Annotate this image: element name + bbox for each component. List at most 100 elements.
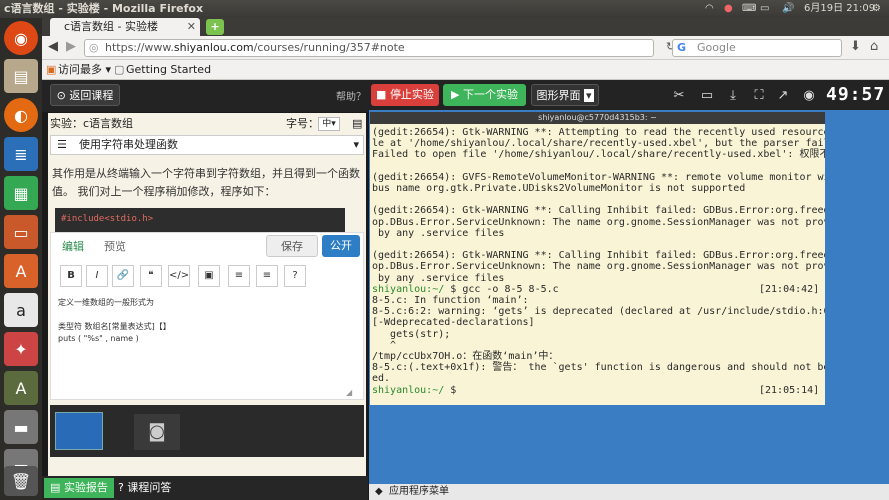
- url-prefix: https://www.: [105, 41, 174, 54]
- terminal-line: by any .service files: [372, 272, 505, 284]
- fullscreen-icon[interactable]: ⛶: [749, 86, 769, 106]
- download-icon[interactable]: ⬇: [850, 39, 861, 54]
- stop-icon: ■: [376, 88, 390, 101]
- bookmark-getting-started[interactable]: Getting Started: [126, 60, 211, 79]
- lab-report-button[interactable]: ▤ 实验报告: [44, 478, 114, 498]
- terminal-line: [-Wdeprecated-declarations]: [372, 317, 535, 329]
- code-button[interactable]: </>: [168, 265, 190, 287]
- bookmark-most-visited[interactable]: 访问最多 ▾: [58, 60, 111, 79]
- terminal-line: (gedit:26654): Gtk-WARNING **: Calling I…: [372, 250, 825, 262]
- terminal-title: shiyanlou@c5770d4315b3: ~: [370, 112, 825, 124]
- stop-label: 停止实验: [389, 88, 434, 101]
- prompt-time: [21:05:14]: [759, 384, 820, 396]
- help-button[interactable]: ?: [284, 265, 306, 287]
- scissors-icon[interactable]: ✂: [669, 86, 689, 106]
- search-input[interactable]: G Google: [672, 39, 842, 57]
- terminal-line: 8-5.c: In function ‘main’:: [372, 295, 529, 307]
- writer-icon[interactable]: ≣: [4, 137, 38, 171]
- app-menu-label[interactable]: 应用程序菜单: [389, 486, 449, 497]
- link-button[interactable]: 🔗: [112, 265, 134, 287]
- resize-handle-icon[interactable]: ◢: [346, 388, 352, 397]
- amazon-icon[interactable]: a: [4, 293, 38, 327]
- lesson-paragraph: 其作用是从终端输入一个字符串到字符数组，并且得到一个函数值。 我们对上一个程序稍…: [52, 167, 360, 198]
- sound-icon[interactable]: 🔊: [782, 0, 794, 18]
- external-link-icon[interactable]: ↗: [773, 86, 793, 106]
- course-qa-button[interactable]: ? 课程问答: [118, 478, 208, 498]
- url-path: /courses/running/357#note: [253, 41, 405, 54]
- back-to-course-button[interactable]: ⊙ 返回课程: [50, 84, 120, 106]
- eye-icon[interactable]: ◉: [799, 86, 819, 106]
- window-title: c语言数组 - 实验楼 - Mozilla Firefox: [4, 2, 204, 15]
- home-icon[interactable]: ⌂: [870, 39, 878, 54]
- search-placeholder: Google: [697, 41, 736, 54]
- italic-button[interactable]: I: [86, 265, 108, 287]
- tab-edit[interactable]: 编辑: [50, 236, 96, 258]
- terminal-line: Failed to open file '/home/shiyanlou/.lo…: [372, 149, 825, 161]
- document-icon[interactable]: ▤: [352, 115, 362, 133]
- help-link[interactable]: 帮助？: [336, 88, 366, 103]
- ordered-list-button[interactable]: ≡: [228, 265, 250, 287]
- impress-icon[interactable]: ▭: [4, 215, 38, 249]
- next-lab-button[interactable]: ▶ 下一个实验: [443, 84, 526, 106]
- terminal-line: ^: [372, 339, 397, 351]
- graphics-mode-select[interactable]: 图形界面 ▾: [531, 84, 599, 106]
- stop-lab-button[interactable]: ■ 停止实验: [371, 84, 439, 106]
- forward-arrow-icon[interactable]: ▶: [66, 39, 76, 54]
- terminal[interactable]: (gedit:26654): Gtk-WARNING **: Attemptin…: [370, 124, 825, 405]
- report-label: 实验报告: [63, 481, 108, 494]
- terminal-line: (gedit:26654): Gtk-WARNING **: Attemptin…: [372, 127, 825, 138]
- chevron-down-icon: ▾: [583, 89, 594, 102]
- new-tab-button[interactable]: +: [206, 19, 224, 35]
- back-icon: ⊙: [56, 89, 70, 102]
- prompt-path: shiyanlou:~/: [372, 283, 451, 295]
- chevron-down-icon: ▾: [353, 138, 359, 151]
- battery-icon[interactable]: ▭: [760, 0, 769, 18]
- prompt-path: shiyanlou:~/: [372, 384, 451, 396]
- files-icon[interactable]: ▤: [4, 59, 38, 93]
- updater-icon[interactable]: A: [4, 371, 38, 405]
- note-text[interactable]: 定义一维数组的一般形式为 类型符 数组名[常量表达式]【】 puts ( "%s…: [58, 297, 348, 387]
- disk-icon[interactable]: ▬: [4, 410, 38, 444]
- network-icon[interactable]: ◠: [705, 0, 714, 18]
- close-tab-icon[interactable]: ✕: [187, 18, 196, 36]
- image-button[interactable]: ▣: [198, 265, 220, 287]
- app-menu-icon[interactable]: ◆: [375, 484, 383, 500]
- download-tray-icon[interactable]: ⤓: [723, 86, 743, 106]
- tab-preview[interactable]: 预览: [96, 236, 134, 258]
- launcher: ◉ ▤ ◐ ≣ ▦ ▭ A a ✦ A ▬ ▬ 🗑: [0, 18, 42, 500]
- prompt-time: [21:04:42]: [759, 283, 820, 295]
- gear-icon[interactable]: ⚙: [872, 0, 881, 18]
- back-arrow-icon[interactable]: ◀: [48, 39, 58, 54]
- calc-icon[interactable]: ▦: [4, 176, 38, 210]
- section-select[interactable]: ☰ 使用字符串处理函数 ▾: [50, 135, 364, 155]
- firefox-icon[interactable]: ◐: [4, 98, 38, 132]
- screen-icon[interactable]: ▭: [697, 86, 717, 106]
- bold-button[interactable]: B: [60, 265, 82, 287]
- ubuntu-icon[interactable]: ◉: [4, 21, 38, 55]
- lab-timer: 49:57: [826, 84, 886, 105]
- browser-tab[interactable]: c语言数组 - 实验楼 ✕: [50, 18, 200, 36]
- software-center-icon[interactable]: A: [4, 254, 38, 288]
- terminal-prompt-line: shiyanlou:~/ $ gcc -o 8-5 8-5.c [21:04:42…: [372, 284, 823, 295]
- quote-button[interactable]: ❝: [140, 265, 162, 287]
- list-icon: ☰: [57, 138, 67, 151]
- save-button[interactable]: 保存: [266, 235, 318, 257]
- bookmark-page-icon: ▢: [114, 63, 125, 76]
- keyboard-icon[interactable]: ⌨: [742, 0, 756, 18]
- unordered-list-button[interactable]: ≡: [256, 265, 278, 287]
- google-icon: G: [677, 41, 687, 54]
- font-size-value: 中: [322, 119, 332, 129]
- settings-icon[interactable]: ✦: [4, 332, 38, 366]
- camera-icon[interactable]: ◙: [134, 414, 180, 450]
- prompt-command: $: [450, 384, 457, 396]
- clock[interactable]: 6月19日 21:09: [804, 0, 875, 18]
- url-bar[interactable]: ◎ https://www.shiyanlou.com/courses/runn…: [84, 39, 654, 57]
- terminal-line: (gedit:26654): GVFS-RemoteVolumeMonitor-…: [372, 171, 825, 183]
- trash-icon[interactable]: 🗑: [4, 466, 38, 496]
- screenshot-thumbnail[interactable]: [55, 412, 103, 450]
- gfx-label: 图形界面: [536, 89, 581, 102]
- update-icon[interactable]: ●: [724, 0, 733, 18]
- terminal-output: (gedit:26654): Gtk-WARNING **: Attemptin…: [372, 127, 825, 396]
- font-size-select[interactable]: 中▾: [318, 117, 340, 131]
- publish-button[interactable]: 公开: [322, 235, 360, 257]
